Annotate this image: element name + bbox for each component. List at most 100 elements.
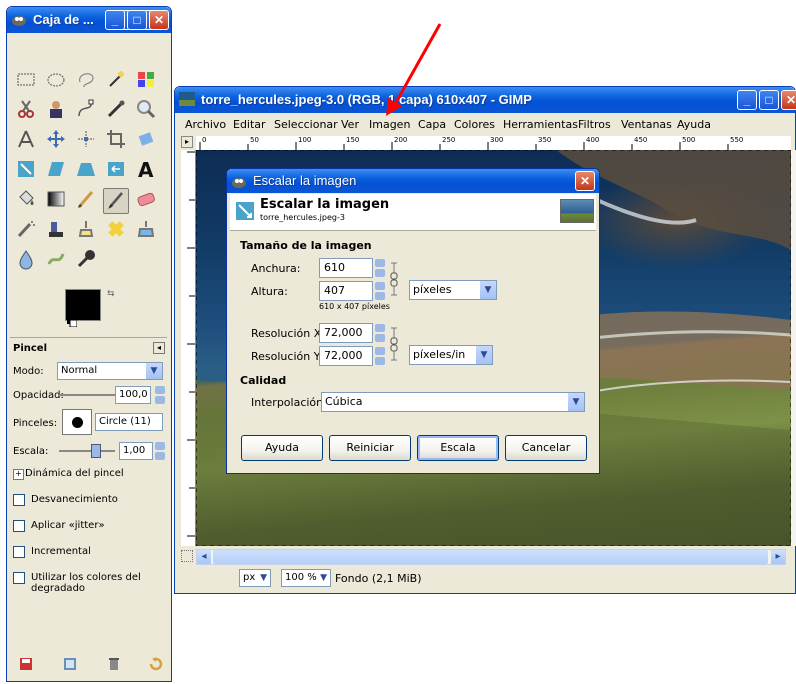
menu-editar[interactable]: Editar [233,118,266,131]
text-icon[interactable]: A [133,158,159,184]
scale-icon[interactable] [13,158,39,184]
image-maximize-button[interactable]: □ [759,90,779,110]
dialog-close-button[interactable]: ✕ [575,171,595,191]
color-picker-icon[interactable] [103,98,129,124]
width-spinner[interactable] [375,259,385,277]
scroll-left-icon[interactable]: ◂ [197,550,211,564]
paintbrush-icon[interactable] [103,188,129,214]
res-x-input[interactable]: 72,000 [319,323,373,343]
dodge-burn-icon[interactable] [73,248,99,274]
gradient-checkbox[interactable] [13,572,25,584]
blend-icon[interactable] [43,188,69,214]
size-unit-select[interactable]: píxeles ▼ [409,280,497,300]
menu-filtros[interactable]: Filtros [578,118,611,131]
menu-herramientas[interactable]: Herramientas [503,118,578,131]
restore-options-icon[interactable] [63,657,77,674]
reset-options-icon[interactable] [149,657,163,674]
res-y-input[interactable]: 72,000 [319,346,373,366]
width-input[interactable]: 610 [319,258,373,278]
airbrush-icon[interactable] [13,218,39,244]
maximize-button-2[interactable]: □ [127,10,147,30]
lasso-icon[interactable] [73,68,99,94]
scale-field[interactable]: 1,00 [119,442,153,460]
image-close-button[interactable]: ✕ [781,90,796,110]
menu-triangle-icon[interactable]: ▸ [181,136,193,148]
ink-icon[interactable] [43,218,69,244]
res-y-spinner[interactable] [375,347,385,365]
scale-button[interactable]: Escala [417,435,499,461]
heal-icon[interactable] [103,218,129,244]
minimize-button-2[interactable]: _ [105,10,125,30]
scissors-icon[interactable] [13,98,39,124]
menu-ver[interactable]: Ver [341,118,359,131]
unit-select[interactable]: px ▼ [239,569,271,587]
menu-colores[interactable]: Colores [454,118,495,131]
image-minimize-button[interactable]: _ [737,90,757,110]
measure-icon[interactable] [13,128,39,154]
height-input[interactable]: 407 [319,281,373,301]
save-options-icon[interactable] [19,657,33,674]
menu-ayuda[interactable]: Ayuda [677,118,711,131]
eraser-icon[interactable] [133,188,159,214]
cancel-button[interactable]: Cancelar [505,435,587,461]
menu-seleccionar[interactable]: Seleccionar [274,118,338,131]
menu-archivo[interactable]: Archivo [185,118,226,131]
zoom-icon[interactable] [133,98,159,124]
close-button[interactable]: ✕ [149,10,169,30]
scale-spinner[interactable] [155,442,165,460]
perspective-clone-icon[interactable] [133,218,159,244]
image-titlebar[interactable]: torre_hercules.jpeg-3.0 (RGB, 1 capa) 61… [175,87,796,113]
expand-icon[interactable]: + [13,469,24,480]
res-x-spinner[interactable] [375,324,385,342]
foreground-select-icon[interactable] [43,98,69,124]
opacity-slider[interactable] [59,394,115,396]
scroll-right-icon[interactable]: ▸ [771,550,785,564]
fade-checkbox[interactable] [13,494,25,506]
dialog-titlebar[interactable]: Escalar la imagen ✕ [227,169,599,193]
height-spinner[interactable] [375,282,385,300]
fuzzy-select-icon[interactable] [103,68,129,94]
perspective-icon[interactable] [73,158,99,184]
move-icon[interactable] [43,128,69,154]
rect-select-icon[interactable] [13,68,39,94]
opacity-field[interactable]: 100,0 [115,386,151,404]
help-button[interactable]: Ayuda [241,435,323,461]
delete-options-icon[interactable] [107,657,121,674]
default-colors-icon[interactable] [67,317,78,328]
chain-link-icon[interactable] [389,261,399,299]
smudge-icon[interactable] [43,248,69,274]
scale-slider-handle[interactable] [91,444,101,458]
clone-icon[interactable] [73,218,99,244]
paths-icon[interactable] [73,98,99,124]
zoom-select[interactable]: 100 % ▼ [281,569,331,587]
dynamics-label[interactable]: Dinámica del pincel [25,468,124,479]
color-select-icon[interactable] [133,68,159,94]
rotate-icon[interactable] [133,128,159,154]
options-menu-icon[interactable]: ◂ [153,342,165,354]
opacity-spinner[interactable] [155,386,165,404]
ellipse-select-icon[interactable] [43,68,69,94]
brush-preview[interactable] [62,409,92,435]
bucket-fill-icon[interactable] [13,188,39,214]
jitter-checkbox[interactable] [13,520,25,532]
scroll-thumb[interactable] [213,550,768,564]
shear-icon[interactable] [43,158,69,184]
scale-slider[interactable] [59,450,115,452]
horizontal-scrollbar[interactable]: ◂ ▸ [196,549,786,565]
align-icon[interactable] [73,128,99,154]
reset-button[interactable]: Reiniciar [329,435,411,461]
menu-ventanas[interactable]: Ventanas [621,118,672,131]
incremental-checkbox[interactable] [13,546,25,558]
pencil-icon[interactable] [73,188,99,214]
flip-icon[interactable] [103,158,129,184]
swap-colors-icon[interactable]: ⇆ [107,289,119,301]
blur-icon[interactable] [13,248,39,274]
quickmask-icon[interactable] [181,550,193,562]
vertical-scrollbar[interactable] [791,150,796,546]
interp-select[interactable]: Cúbica ▼ [321,392,585,412]
mode-select[interactable]: Normal ▼ [57,362,163,380]
crop-icon[interactable] [103,128,129,154]
res-unit-select[interactable]: píxeles/in ▼ [409,345,493,365]
res-chain-link-icon[interactable] [389,326,399,364]
annotation-arrow-icon [386,23,442,116]
